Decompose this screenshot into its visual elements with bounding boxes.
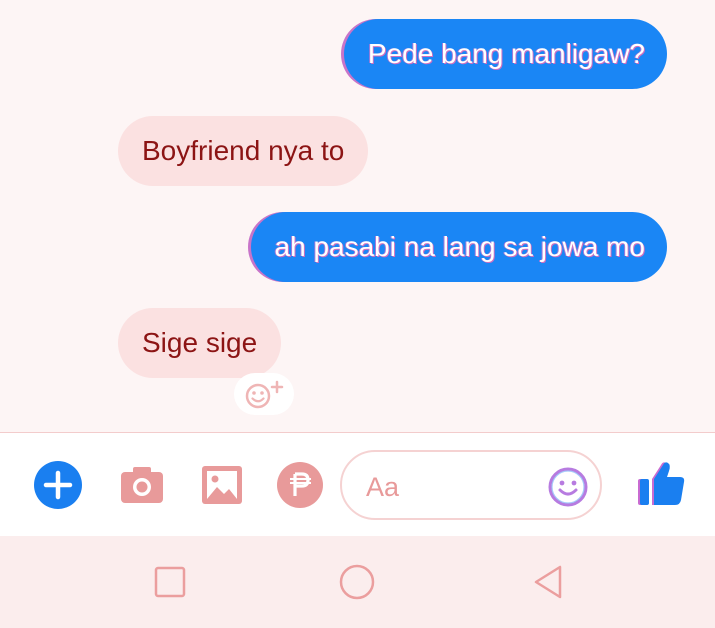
message-text: ah pasabi na lang sa jowa mo xyxy=(274,231,645,262)
add-reaction-button[interactable] xyxy=(234,373,294,415)
incoming-message[interactable]: Boyfriend nya to xyxy=(118,116,369,186)
image-icon xyxy=(202,466,242,504)
messenger-screen: Pede bang manligaw? Boyfriend nya to ah … xyxy=(0,0,715,628)
home-button[interactable] xyxy=(337,562,377,602)
message-input[interactable] xyxy=(364,464,538,510)
emoji-button[interactable] xyxy=(547,466,589,508)
message-text: Pede bang manligaw? xyxy=(367,38,645,69)
outgoing-message[interactable]: Pede bang manligaw? xyxy=(343,19,667,89)
thumbs-up-icon xyxy=(638,462,685,505)
peso-payment-icon xyxy=(277,462,323,508)
square-icon xyxy=(154,566,186,598)
recents-button[interactable] xyxy=(150,562,190,602)
camera-icon xyxy=(121,467,163,503)
triangle-back-icon xyxy=(534,565,562,599)
message-text: Boyfriend nya to xyxy=(142,135,345,166)
message-thread: Pede bang manligaw? Boyfriend nya to ah … xyxy=(0,0,715,432)
send-money-button[interactable] xyxy=(275,460,325,510)
more-actions-button[interactable] xyxy=(33,460,83,510)
gallery-button[interactable] xyxy=(197,460,247,510)
smiley-icon xyxy=(548,467,588,507)
camera-button[interactable] xyxy=(117,460,167,510)
message-text: Sige sige xyxy=(142,327,258,358)
message-compose-box[interactable] xyxy=(340,450,602,520)
add-reaction-icon xyxy=(245,380,284,409)
circle-icon xyxy=(339,564,375,600)
plus-icon xyxy=(34,461,82,509)
incoming-message[interactable]: Sige sige xyxy=(118,308,282,378)
outgoing-message[interactable]: ah pasabi na lang sa jowa mo xyxy=(250,212,667,282)
like-button[interactable] xyxy=(632,456,688,512)
back-button[interactable] xyxy=(528,562,568,602)
